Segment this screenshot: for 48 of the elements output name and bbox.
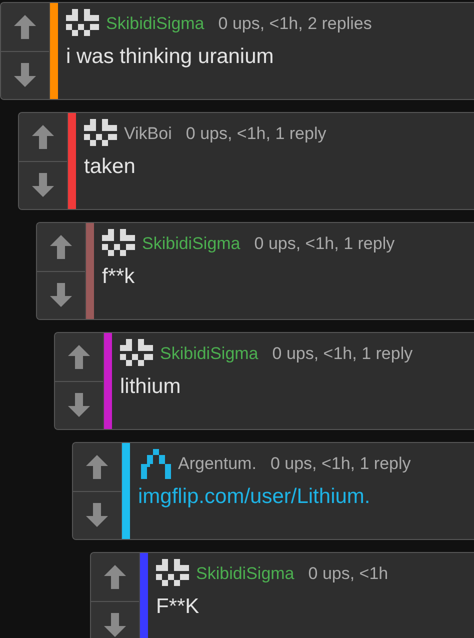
comment-meta: 0 ups, <1h, 1 reply [272, 344, 413, 364]
up-arrow-icon [68, 344, 90, 369]
avatar-icon [138, 449, 174, 479]
avatar-icon [156, 559, 192, 589]
downvote-button[interactable] [37, 270, 85, 319]
comment-text: taken [84, 155, 136, 179]
downvote-button[interactable] [19, 160, 67, 209]
upvote-button[interactable] [19, 113, 67, 160]
comment-meta: 0 ups, <1h, 1 reply [270, 454, 411, 474]
comment-text: lithium [120, 375, 182, 399]
down-arrow-icon [86, 503, 108, 528]
username-link[interactable]: SkibidiSigma [160, 344, 258, 364]
comment-link[interactable]: imgflip.com/user/Lithium. [138, 485, 466, 509]
upvote-button[interactable] [37, 223, 85, 270]
down-arrow-icon [32, 173, 54, 198]
up-arrow-icon [14, 14, 36, 39]
username-link[interactable]: SkibidiSigma [106, 14, 204, 34]
upvote-button[interactable] [55, 333, 103, 380]
down-arrow-icon [68, 393, 90, 418]
username-link[interactable]: SkibidiSigma [142, 234, 240, 254]
comment-text: F**K [156, 595, 200, 619]
down-arrow-icon [104, 613, 126, 638]
up-arrow-icon [32, 124, 54, 149]
comment-meta: 0 ups, <1h, 1 reply [254, 234, 395, 254]
downvote-button[interactable] [55, 380, 103, 429]
down-arrow-icon [14, 63, 36, 88]
avatar-icon [120, 339, 156, 369]
downvote-button[interactable] [73, 490, 121, 539]
username-link[interactable]: VikBoi [124, 124, 172, 144]
upvote-button[interactable] [1, 3, 49, 50]
up-arrow-icon [50, 234, 72, 259]
upvote-button[interactable] [73, 443, 121, 490]
down-arrow-icon [50, 283, 72, 308]
comment-text: i was thinking uranium [66, 45, 275, 69]
comment-meta: 0 ups, <1h, 1 reply [186, 124, 326, 144]
comment-meta: 0 ups, <1h, 2 replies [218, 14, 372, 34]
downvote-button[interactable] [91, 600, 139, 638]
comment-meta: 0 ups, <1h [308, 564, 388, 584]
up-arrow-icon [104, 564, 126, 589]
comment-text: f**k [102, 265, 136, 289]
avatar-icon [102, 229, 138, 259]
username-link[interactable]: SkibidiSigma [196, 564, 294, 584]
avatar-icon [66, 9, 102, 39]
downvote-button[interactable] [1, 50, 49, 99]
upvote-button[interactable] [91, 553, 139, 600]
up-arrow-icon [86, 454, 108, 479]
avatar-icon [84, 119, 120, 149]
username-link[interactable]: Argentum. [178, 454, 256, 474]
